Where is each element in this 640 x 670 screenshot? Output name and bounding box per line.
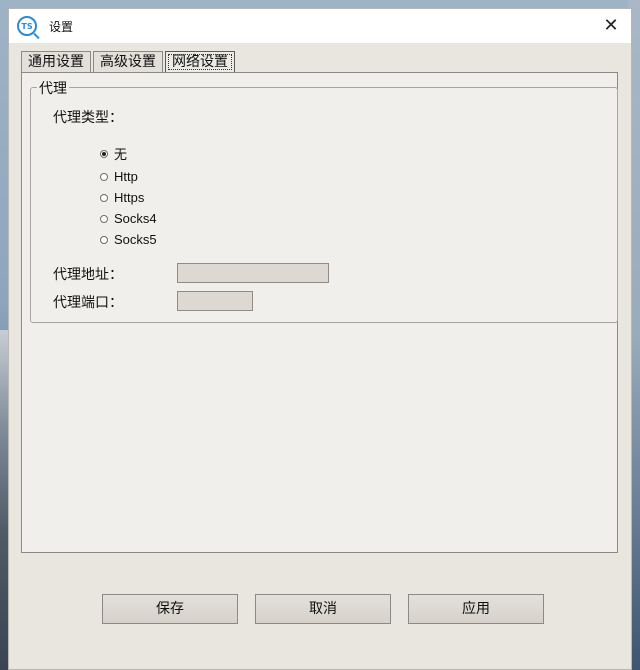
- tab-bar: 通用设置 高级设置 网络设置: [21, 51, 237, 73]
- radio-label: Http: [114, 169, 138, 184]
- radio-socks5[interactable]: [100, 235, 108, 244]
- proxy-option-none[interactable]: 无: [100, 144, 127, 163]
- tab-general-settings[interactable]: 通用设置: [21, 51, 91, 73]
- cancel-button[interactable]: 取消: [255, 594, 391, 624]
- proxy-address-label: 代理地址：: [53, 267, 123, 283]
- radio-label: Socks5: [114, 232, 157, 247]
- proxy-port-input[interactable]: [177, 291, 253, 311]
- close-button[interactable]: ✕: [601, 16, 621, 36]
- proxy-type-label: 代理类型：: [53, 110, 123, 126]
- proxy-group: 代理 代理类型： 无 Http Https Socks4 Socks5 代理地址…: [30, 78, 618, 323]
- settings-window: TS 设置 ✕ 通用设置 高级设置 网络设置 代理 代理类型： 无 Http H…: [8, 8, 632, 670]
- proxy-option-https[interactable]: Https: [100, 190, 144, 205]
- apply-button[interactable]: 应用: [408, 594, 544, 624]
- app-logo-icon: TS: [17, 16, 37, 36]
- radio-socks4[interactable]: [100, 214, 108, 223]
- radio-label: Socks4: [114, 211, 157, 226]
- save-button[interactable]: 保存: [102, 594, 238, 624]
- tab-advanced-settings[interactable]: 高级设置: [93, 51, 163, 73]
- radio-https[interactable]: [100, 193, 108, 202]
- proxy-option-socks4[interactable]: Socks4: [100, 211, 157, 226]
- radio-label: Https: [114, 190, 145, 205]
- radio-none[interactable]: [100, 149, 108, 158]
- proxy-address-input[interactable]: [177, 263, 329, 283]
- radio-http[interactable]: [100, 172, 108, 181]
- radio-label: 无: [114, 147, 128, 162]
- network-settings-panel: 代理 代理类型： 无 Http Https Socks4 Socks5 代理地址…: [21, 72, 618, 553]
- tab-network-settings[interactable]: 网络设置: [165, 51, 235, 73]
- proxy-option-socks5[interactable]: Socks5: [100, 232, 157, 247]
- proxy-port-label: 代理端口：: [53, 295, 123, 311]
- title-bar: TS 设置 ✕: [9, 9, 631, 43]
- window-title: 设置: [49, 19, 74, 34]
- proxy-option-http[interactable]: Http: [100, 169, 138, 184]
- proxy-group-title: 代理: [37, 78, 69, 98]
